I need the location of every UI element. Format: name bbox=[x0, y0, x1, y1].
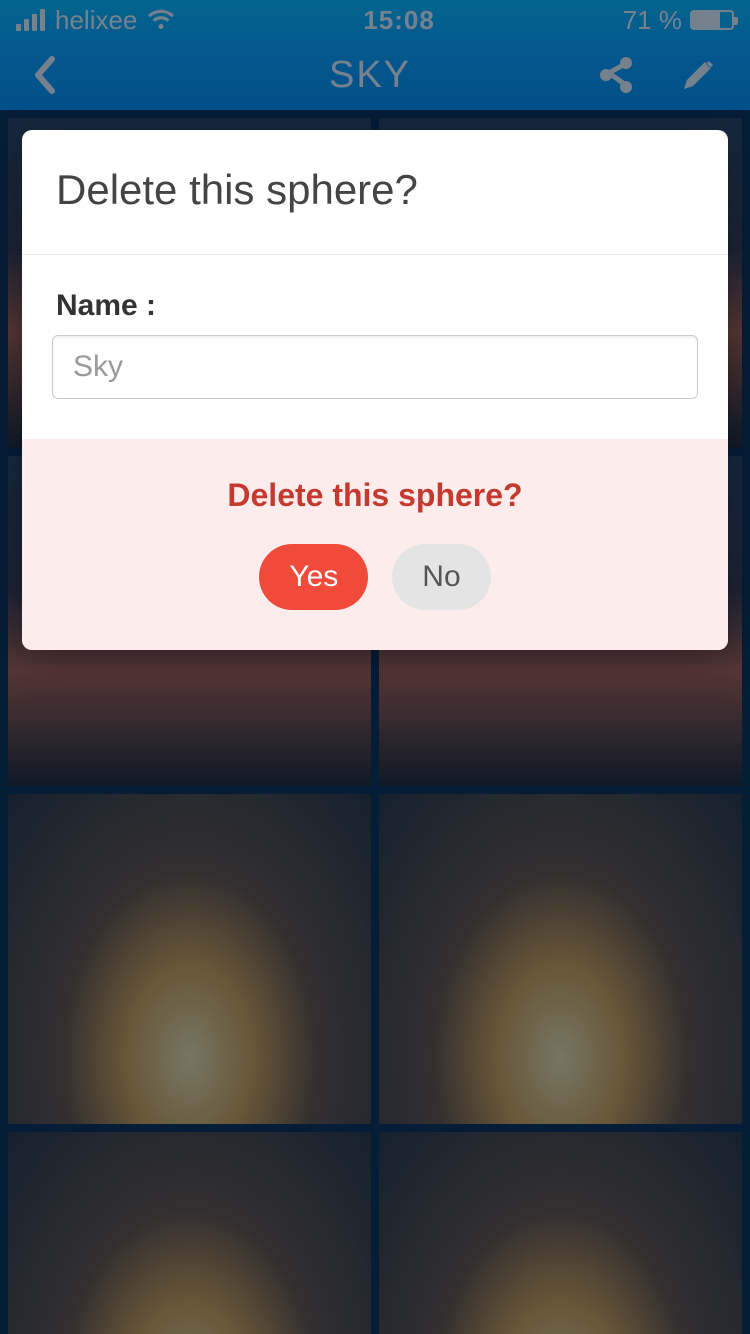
danger-title: Delete this sphere? bbox=[52, 477, 698, 514]
delete-sphere-dialog: Delete this sphere? Name : Delete this s… bbox=[22, 130, 728, 650]
dialog-body: Name : bbox=[22, 255, 728, 439]
dialog-header: Delete this sphere? bbox=[22, 130, 728, 255]
confirm-yes-button[interactable]: Yes bbox=[259, 544, 368, 610]
confirm-no-button[interactable]: No bbox=[392, 544, 490, 610]
name-label: Name : bbox=[56, 289, 698, 323]
name-input[interactable] bbox=[52, 335, 698, 399]
dialog-title: Delete this sphere? bbox=[56, 166, 694, 214]
dialog-danger-zone: Delete this sphere? Yes No bbox=[22, 439, 728, 650]
